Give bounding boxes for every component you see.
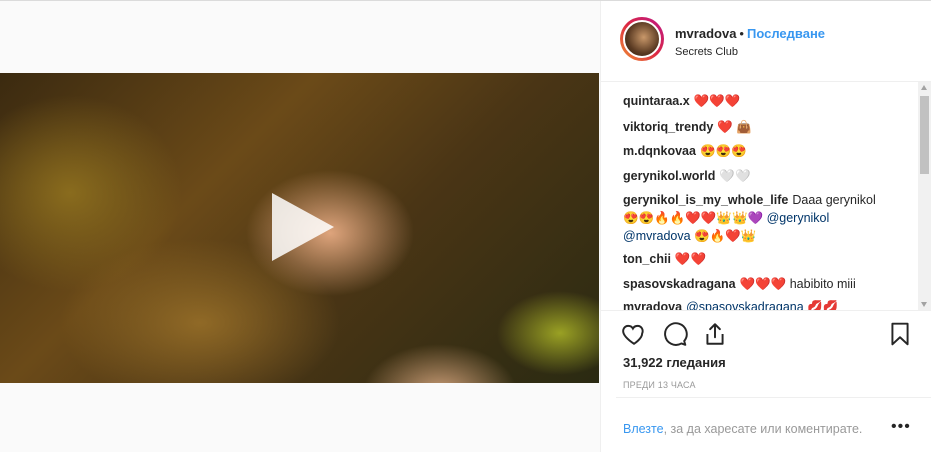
- separator-dot: •: [739, 26, 744, 41]
- login-footer: Влезте, за да харесате или коментирате. …: [616, 397, 931, 453]
- location-link[interactable]: Secrets Club: [675, 46, 738, 58]
- comment-text: ❤️❤️❤️ habibito miii: [739, 277, 856, 291]
- comment-username[interactable]: spasovskadragana: [623, 277, 736, 291]
- comment-username[interactable]: viktoriq_trendy: [623, 120, 713, 134]
- mention-link[interactable]: @spasovskadragana: [686, 300, 804, 310]
- comment-username[interactable]: gerynikol_is_my_whole_life: [623, 193, 788, 207]
- scroll-down-icon[interactable]: [921, 302, 927, 307]
- comment: mvradova @spasovskadragana 💋💋: [623, 298, 908, 310]
- mention-link[interactable]: @mvradova: [623, 229, 691, 243]
- comment: gerynikol.world 🤍🤍: [623, 167, 908, 185]
- avatar-image: [623, 20, 661, 58]
- more-options-icon[interactable]: •••: [891, 418, 911, 436]
- comment: viktoriq_trendy ❤️ 👜: [623, 118, 908, 136]
- speech-bubble-icon[interactable]: [662, 321, 688, 347]
- play-icon[interactable]: [272, 193, 334, 261]
- bookmark-icon[interactable]: [887, 321, 913, 347]
- scrollbar-thumb[interactable]: [920, 96, 929, 174]
- action-bar: [600, 310, 931, 355]
- login-link[interactable]: Влезте: [623, 422, 664, 436]
- comment-text: 😍🔥❤️👑: [694, 229, 757, 243]
- scroll-up-icon[interactable]: [921, 85, 927, 90]
- share-arrow-icon[interactable]: [702, 321, 728, 347]
- heart-outline-icon[interactable]: [621, 321, 647, 347]
- comment-text: 💋💋: [807, 300, 839, 310]
- comment-text: 🤍🤍: [719, 169, 751, 183]
- login-text: , за да харесате или коментирате.: [663, 422, 863, 436]
- login-prompt: Влезте, за да харесате или коментирате.: [623, 422, 862, 436]
- comment: quintaraa.x ❤️❤️❤️: [623, 92, 908, 110]
- comment: m.dqnkovaa 😍😍😍: [623, 142, 908, 160]
- comment-list: quintaraa.x ❤️❤️❤️ viktoriq_trendy ❤️ 👜 m.…: [600, 82, 931, 310]
- comment-username[interactable]: m.dqnkovaa: [623, 144, 696, 158]
- comment-text: 😍😍😍: [699, 144, 747, 158]
- comment-text: ❤️❤️: [674, 252, 707, 266]
- post-header: mvradova • Последване Secrets Club: [600, 1, 931, 82]
- comment-scrollbar[interactable]: [918, 82, 931, 310]
- comment: spasovskadragana ❤️❤️❤️ habibito miii: [623, 275, 908, 293]
- comment: ton_chii ❤️❤️: [623, 250, 908, 268]
- post-modal: mvradova • Последване Secrets Club quintar…: [0, 0, 931, 452]
- comment-username[interactable]: ton_chii: [623, 252, 671, 266]
- video-player[interactable]: [0, 73, 599, 383]
- view-count: 31,922 гледания: [623, 355, 726, 370]
- user-line: mvradova • Последване: [675, 26, 825, 41]
- post-timestamp: ПРЕДИ 13 ЧАСА: [623, 380, 696, 390]
- post-sidebar: mvradova • Последване Secrets Club quintar…: [600, 1, 931, 452]
- comment-username[interactable]: quintaraa.x: [623, 94, 690, 108]
- comment-text: ❤️ 👜: [717, 120, 752, 134]
- comment-text: 😍😍🔥🔥❤️❤️👑👑💜: [623, 211, 764, 225]
- avatar[interactable]: [620, 17, 664, 61]
- comment-text: Daaa gerynikol: [792, 193, 876, 207]
- mention-link[interactable]: @gerynikol: [767, 211, 830, 225]
- comment-text: ❤️❤️❤️: [693, 94, 741, 108]
- comment-username[interactable]: mvradova: [623, 300, 682, 310]
- comment: gerynikol_is_my_whole_life Daaa gerynikol…: [623, 191, 908, 245]
- media-area: [0, 1, 601, 452]
- comment-username[interactable]: gerynikol.world: [623, 169, 715, 183]
- username-link[interactable]: mvradova: [675, 26, 736, 41]
- follow-button[interactable]: Последване: [747, 26, 825, 41]
